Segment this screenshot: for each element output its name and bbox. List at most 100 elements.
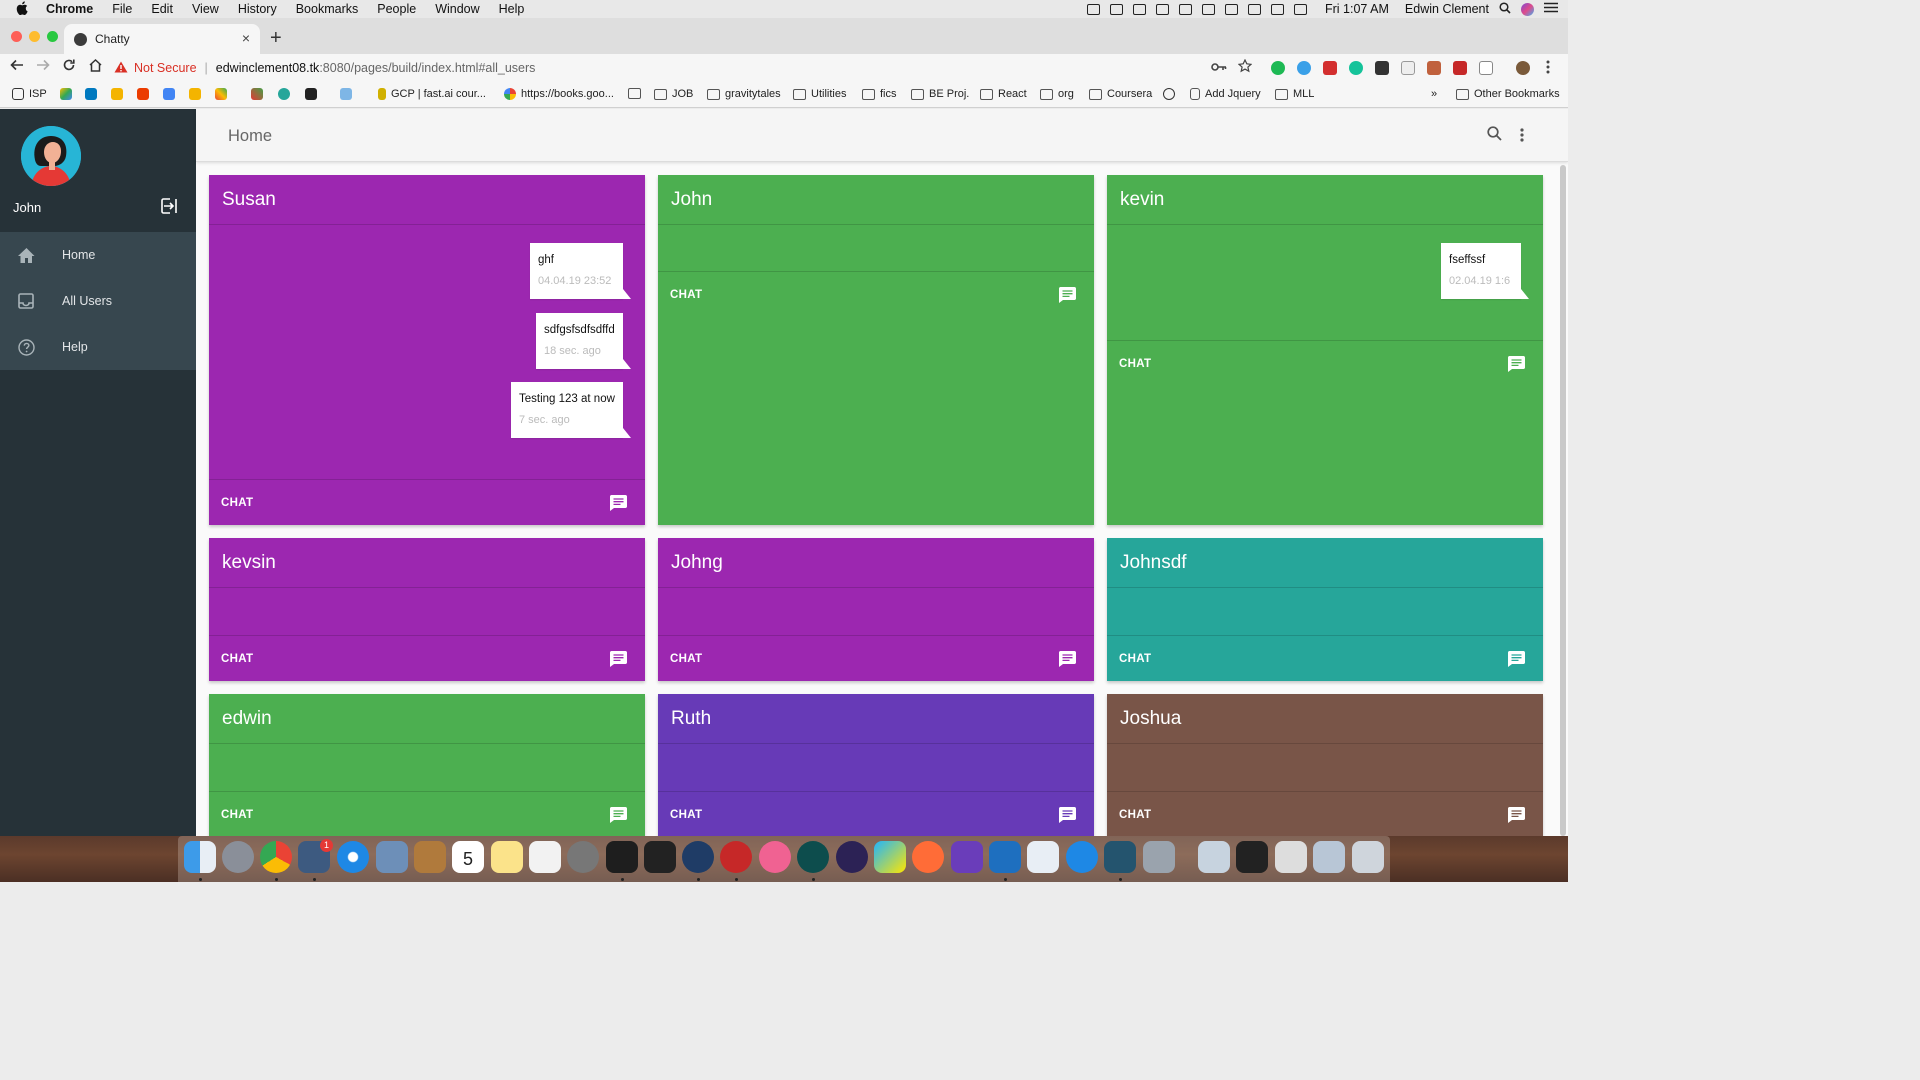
bookmark-coursera[interactable]: Coursera	[1089, 88, 1152, 100]
browser-tab[interactable]: Chatty ×	[64, 24, 260, 54]
system-preferences-icon[interactable]	[567, 841, 599, 873]
dropbox-icon[interactable]	[1087, 3, 1100, 15]
bookmark-fics[interactable]: fics	[862, 88, 897, 100]
avatar[interactable]	[21, 126, 81, 186]
bookmark-keep[interactable]	[111, 88, 128, 100]
wikipedia-icon[interactable]	[1401, 61, 1415, 75]
notes-icon[interactable]	[491, 841, 523, 873]
bookmark-trello[interactable]	[85, 88, 102, 100]
code-icon[interactable]	[1225, 3, 1238, 15]
bookmark-gravitytales[interactable]: gravitytales	[707, 88, 781, 100]
bookmark-mll[interactable]: MLL	[1275, 88, 1314, 100]
chat-icon[interactable]	[1508, 651, 1525, 667]
back-icon[interactable]	[10, 58, 24, 77]
menu-clock[interactable]: Fri 1:07 AM	[1325, 2, 1389, 16]
itunes-icon[interactable]	[759, 841, 791, 873]
gear-icon[interactable]	[1248, 3, 1261, 15]
minimized-screen-icon[interactable]	[1313, 841, 1345, 873]
menu-file[interactable]: File	[112, 2, 132, 16]
brightness-icon[interactable]	[1202, 3, 1215, 15]
chat-button[interactable]: CHAT	[221, 809, 253, 821]
security-label[interactable]: Not Secure	[134, 61, 197, 75]
bookmark-react[interactable]: React	[980, 88, 1027, 100]
menu-edit[interactable]: Edit	[151, 2, 173, 16]
finder-icon[interactable]	[184, 841, 216, 873]
new-tab-button[interactable]: +	[270, 27, 282, 50]
quicktime-icon[interactable]	[682, 841, 714, 873]
reload-icon[interactable]	[62, 58, 76, 77]
bookmark-star-icon[interactable]	[1237, 58, 1253, 78]
grammarly-icon[interactable]	[1349, 61, 1363, 75]
more-options-icon[interactable]	[1520, 128, 1524, 147]
reminders-icon[interactable]	[529, 841, 561, 873]
bookmark-office[interactable]	[137, 88, 154, 100]
home-button-icon[interactable]	[88, 58, 103, 77]
nav-item-all-users[interactable]: All Users	[0, 278, 196, 324]
safari-icon[interactable]	[337, 841, 369, 873]
webstorm-icon[interactable]	[874, 841, 906, 873]
launchpad-icon[interactable]	[222, 841, 254, 873]
window-icon[interactable]	[1133, 3, 1146, 15]
key-icon[interactable]	[1211, 61, 1227, 75]
bookmark-drive[interactable]	[60, 88, 77, 100]
bookmark-utilities[interactable]: Utilities	[793, 88, 846, 100]
qr-code-icon[interactable]	[1375, 61, 1389, 75]
chat-icon[interactable]	[1059, 287, 1076, 303]
scrollbar[interactable]	[1559, 165, 1567, 836]
menu-window[interactable]: Window	[435, 2, 479, 16]
downloads-folder-icon[interactable]	[1198, 841, 1230, 873]
bookmark-circle[interactable]	[1163, 88, 1180, 100]
chat-icon[interactable]	[610, 807, 627, 823]
window-minimize-button[interactable]	[29, 31, 40, 42]
bookmark-other[interactable]: Other Bookmarks	[1456, 88, 1560, 100]
chat-button[interactable]: CHAT	[670, 809, 702, 821]
menu-help[interactable]: Help	[499, 2, 525, 16]
chat-icon[interactable]	[1508, 807, 1525, 823]
chrome-icon[interactable]	[260, 841, 292, 873]
chat-button[interactable]: CHAT	[1119, 358, 1151, 370]
bookmark-pinwheel[interactable]	[215, 88, 232, 100]
extension-green-icon[interactable]	[1271, 61, 1285, 75]
volume-icon[interactable]	[1294, 3, 1307, 15]
nav-item-help[interactable]: Help	[0, 324, 196, 370]
preview-icon[interactable]	[376, 841, 408, 873]
chat-button[interactable]: CHAT	[1119, 809, 1151, 821]
chat-icon[interactable]	[1508, 356, 1525, 372]
minimized-window-icon[interactable]	[1236, 841, 1268, 873]
search-icon[interactable]	[1487, 126, 1502, 146]
bookmark-puzzle[interactable]	[251, 88, 268, 100]
chat-icon[interactable]	[610, 651, 627, 667]
bookmark-gcp[interactable]: GCP | fast.ai cour...	[378, 88, 486, 100]
bookmark-ib[interactable]	[340, 88, 357, 100]
nav-item-home[interactable]: Home	[0, 232, 196, 278]
extension-code-icon[interactable]	[1479, 61, 1493, 75]
menu-bookmarks[interactable]: Bookmarks	[296, 2, 359, 16]
extension-brown-icon[interactable]	[1427, 61, 1441, 75]
profile-avatar-icon[interactable]	[1516, 61, 1530, 75]
menu-people[interactable]: People	[377, 2, 416, 16]
chat-button[interactable]: CHAT	[221, 653, 253, 665]
chat-button[interactable]: CHAT	[670, 653, 702, 665]
activity-monitor-icon[interactable]	[644, 841, 676, 873]
bookmark-pen[interactable]	[305, 88, 322, 100]
bookmarks-overflow-button[interactable]: »	[1431, 88, 1437, 100]
chat-icon[interactable]	[610, 495, 627, 511]
trash-icon[interactable]	[1352, 841, 1384, 873]
spotlight-search-icon[interactable]	[1499, 1, 1511, 17]
wifi-icon[interactable]	[1179, 3, 1192, 15]
bookmark-add-jquery[interactable]: Add Jquery	[1190, 88, 1261, 100]
bookmark-isp[interactable]: ISP	[12, 88, 47, 100]
chat-button[interactable]: CHAT	[1119, 653, 1151, 665]
address-bar[interactable]: Not Secure | edwinclement08.tk :8080/pag…	[114, 57, 1264, 79]
vscode-icon[interactable]	[989, 841, 1021, 873]
logout-icon[interactable]	[160, 197, 178, 215]
bookmark-be-proj[interactable]: BE Proj.	[911, 88, 969, 100]
bookmark-teal[interactable]	[278, 88, 295, 100]
downloader-icon[interactable]	[720, 841, 752, 873]
network-tool-icon[interactable]	[1143, 841, 1175, 873]
bookmark-books[interactable]: https://books.goo...	[504, 88, 614, 100]
menu-view[interactable]: View	[192, 2, 219, 16]
chat-button[interactable]: CHAT	[221, 497, 253, 509]
minimized-document-icon[interactable]	[1275, 841, 1307, 873]
chat-button[interactable]: CHAT	[670, 289, 702, 301]
